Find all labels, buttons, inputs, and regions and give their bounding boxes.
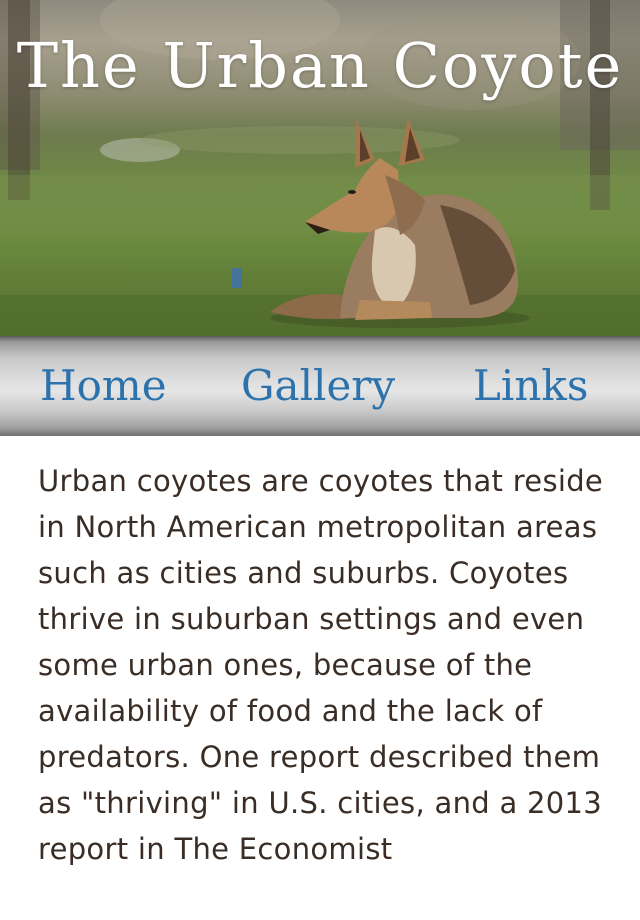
hero-banner: The Urban Coyote: [0, 0, 640, 336]
nav-home-link[interactable]: Home: [40, 358, 167, 414]
site-title: The Urban Coyote: [16, 29, 624, 102]
page: The Urban Coyote Home Gallery Links Urba…: [0, 0, 640, 920]
nav-links-link[interactable]: Links: [473, 358, 588, 414]
intro-paragraph: Urban coyotes are coyotes that reside in…: [38, 464, 604, 866]
main-navigation: Home Gallery Links: [0, 336, 640, 436]
nav-gallery-link[interactable]: Gallery: [241, 358, 395, 414]
